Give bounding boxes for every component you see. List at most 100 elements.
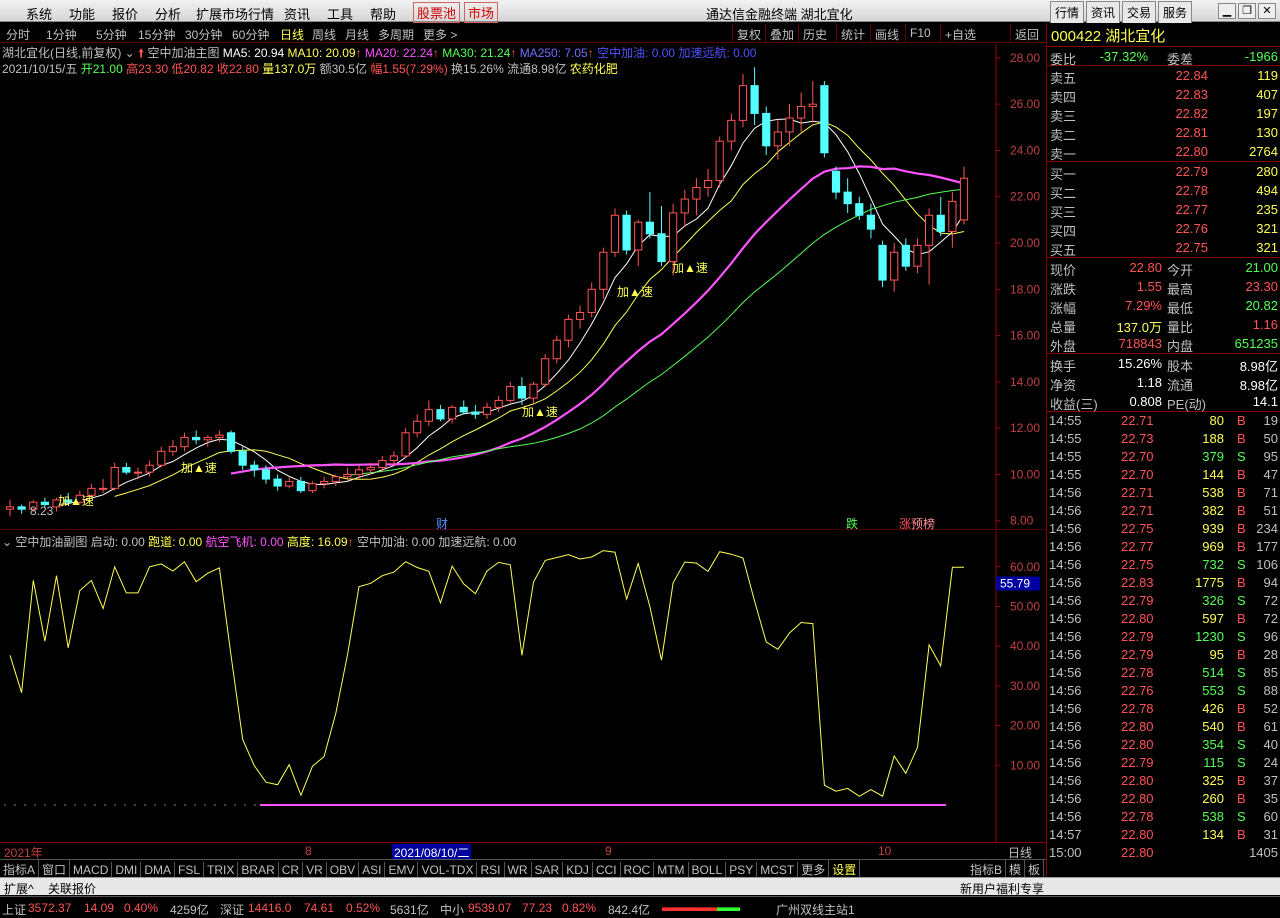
indicator-tab[interactable]: DMA [141,862,176,878]
btn-statistics[interactable]: 统计 [836,24,869,42]
y-tick-label: 10.00 [1010,467,1040,481]
bid-row[interactable]: 买二 22.78 494 [1047,181,1280,201]
bid-row[interactable]: 买一 22.79 280 [1047,162,1280,182]
indicator-tab[interactable]: ROC [621,862,655,878]
bid-row[interactable]: 买五 22.75 321 [1047,238,1280,258]
indicator-tab[interactable]: MACD [70,862,113,878]
chevron-down-icon[interactable]: ⌄ [125,46,135,60]
btn-add-watchlist[interactable]: +自选 [940,24,980,42]
expand-button[interactable]: 扩展^ [4,880,34,897]
main-chart[interactable]: 8.00 10.00 12.00 14.00 16.00 18.00 20.00 22.00 2… [0,44,1046,530]
indicator-tab[interactable]: FSL [175,862,205,878]
period-fenshi[interactable]: 分时 [6,26,30,43]
menu-extended-market[interactable]: 扩展市场行情 [196,4,274,23]
zx-index-name[interactable]: 中小 [440,901,464,918]
btn-news[interactable]: 资讯 [1085,1,1120,24]
menu-quote[interactable]: 报价 [112,4,138,23]
indicator-tab[interactable]: PSY [726,862,758,878]
indicator-tab[interactable]: EMV [385,862,419,878]
candle-body [506,386,515,401]
menu-help[interactable]: 帮助 [370,4,396,23]
period-5min[interactable]: 5分钟 [96,26,127,43]
candle-body [797,105,806,119]
app-title: 通达信金融终端 湖北宜化 [706,7,853,22]
indicator-tab[interactable]: KDJ [563,862,593,878]
indicator-tab[interactable]: CR [279,862,304,878]
close-icon[interactable]: ✕ [1258,3,1276,19]
menu-analysis[interactable]: 分析 [155,4,181,23]
indicator-tab[interactable]: BRAR [238,862,279,878]
candle-body [552,339,561,360]
sz-index-name[interactable]: 深证 [220,901,244,918]
sh-index-pct: 0.40% [124,901,159,915]
menu-news[interactable]: 资讯 [284,4,310,23]
indicator-tab[interactable]: ASI [359,862,386,878]
candle-body [343,473,352,478]
bid-row[interactable]: 买三 22.77 235 [1047,200,1280,220]
related-quote-tab[interactable]: 关联报价 [48,880,96,897]
period-15min[interactable]: 15分钟 [138,26,175,43]
btn-history[interactable]: 历史 [798,24,831,42]
period-weekly[interactable]: 周线 [312,26,336,43]
candle-body [913,244,922,267]
restore-icon[interactable]: ❐ [1238,3,1256,19]
indicator-tab[interactable]: MCST [757,862,799,878]
ask-row[interactable]: 卖五 22.84 119 [1047,66,1280,86]
y-tick-label: 26.00 [1010,97,1040,111]
period-multi[interactable]: 多周期 [378,26,414,43]
ask-row[interactable]: 卖一 22.80 2764 [1047,142,1280,162]
server-name[interactable]: 广州双线主站1 [776,901,855,918]
btn-market-quote[interactable]: 行情 [1049,1,1084,24]
indicator-tab[interactable]: VR [303,862,327,878]
promo-link[interactable]: 新用户福利专享 [960,880,1044,897]
ask-row[interactable]: 卖二 22.81 130 [1047,123,1280,143]
indicator-tab[interactable]: RSI [477,862,505,878]
btn-back[interactable]: 返回 [1010,24,1043,42]
indicator-tab[interactable]: DMI [112,862,142,878]
sh-index-name[interactable]: 上证 [2,901,26,918]
indicator-tab[interactable]: WR [505,862,532,878]
btn-f10[interactable]: F10 [905,24,935,42]
btn-service[interactable]: 服务 [1157,1,1192,24]
period-monthly[interactable]: 月线 [345,26,369,43]
btn-trade[interactable]: 交易 [1121,1,1156,24]
sub-indicator-name[interactable]: 空中加油副图 [15,535,87,549]
menu-stock-pool[interactable]: 股票池 [413,2,461,23]
menu-tools[interactable]: 工具 [327,4,353,23]
indicator-tab[interactable]: OBV [327,862,360,878]
indicator-tab[interactable]: TRIX [204,862,239,878]
btn-overlay[interactable]: 叠加 [765,24,798,42]
menu-system[interactable]: 系统 [26,4,52,23]
period-30min[interactable]: 30分钟 [185,26,222,43]
sub-chart[interactable]: 10.00 20.00 30.00 40.00 50.00 60.00 55.79 [0,531,1046,842]
x-axis: 2021年 8 2021/08/10/二 9 10 日线 [0,842,1046,861]
candle-body [238,450,247,466]
period-1min[interactable]: 1分钟 [46,26,77,43]
ask-row[interactable]: 卖四 22.83 407 [1047,85,1280,105]
menu-function[interactable]: 功能 [69,4,95,23]
btn-fuquan[interactable]: 复权 [732,24,765,42]
candle-body [157,450,166,466]
indicator-tab[interactable]: SAR [532,862,564,878]
main-indicator-name[interactable]: 空中加油主图 [147,46,219,60]
indicator-tab[interactable]: VOL-TDX [418,862,478,878]
sub-y-tick-label: 50.00 [1010,599,1040,613]
bar-date: 2021/10/15/五 [2,62,78,76]
bid-row[interactable]: 买四 22.76 321 [1047,219,1280,239]
menu-market[interactable]: 市场 [464,2,499,23]
bar-volume: 量137.0万 [262,62,317,76]
period-more[interactable]: 更多 > [423,26,457,43]
period-60min[interactable]: 60分钟 [232,26,269,43]
indicator-tab[interactable]: CCI [593,862,621,878]
tick-row: 14:56 22.83 1775 B 94 [1049,575,1278,590]
candle-body [192,436,201,441]
sector-link[interactable]: 农药化肥 [570,62,618,76]
indicator-tab[interactable]: MTM [654,862,689,878]
btn-draw[interactable]: 画线 [870,24,903,42]
chevron-down-icon[interactable]: ⌄ [2,535,12,549]
candle-body [866,214,876,230]
ask-row[interactable]: 卖三 22.82 197 [1047,104,1280,124]
indicator-tab[interactable]: BOLL [689,862,727,878]
minimize-icon[interactable]: ▁ [1218,3,1236,19]
period-daily[interactable]: 日线 [280,26,304,43]
